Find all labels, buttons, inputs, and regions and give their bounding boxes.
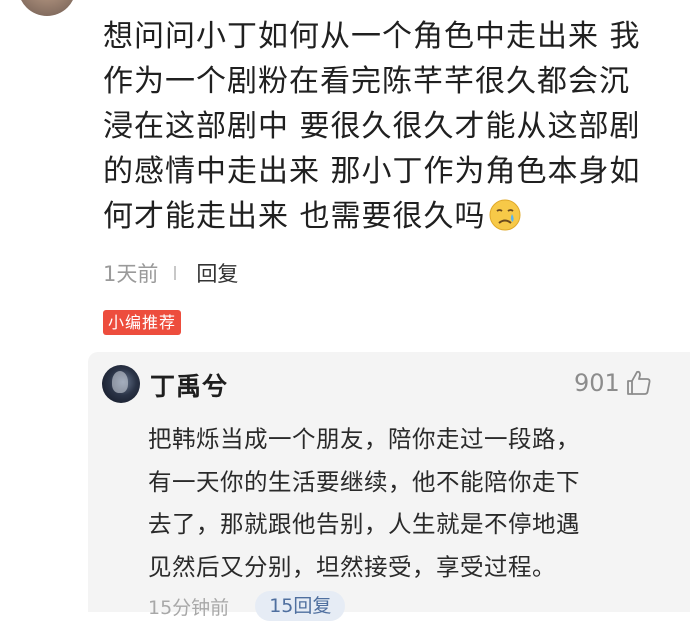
reply-meta: 15分钟前 15回复 xyxy=(148,591,346,621)
comment-line: 的感情中走出来 那小丁作为角色本身如 xyxy=(103,154,641,189)
comment-body: 想问问小丁如何从一个角色中走出来 我 作为一个剧粉在看完陈芊芊很久都会沉 浸在这… xyxy=(103,14,663,239)
comment-line: 浸在这部剧中 要很久很久才能从这部剧 xyxy=(103,109,641,144)
meta-divider xyxy=(174,266,177,280)
crying-face-emoji-icon xyxy=(489,199,521,231)
comment-line: 何才能走出来 也需要很久吗 xyxy=(103,199,486,234)
commenter-avatar[interactable] xyxy=(18,0,76,16)
comment-meta: 1天前 回复 xyxy=(103,259,238,287)
reply-line: 把韩烁当成一个朋友，陪你走过一段路， xyxy=(148,425,580,453)
comment-line: 作为一个剧粉在看完陈芊芊很久都会沉 xyxy=(103,64,630,99)
reply-line: 见然后又分别，坦然接受，享受过程。 xyxy=(148,552,556,581)
comment-line: 想问问小丁如何从一个角色中走出来 我 xyxy=(103,19,641,54)
reply-line: 有一天你的生活要继续，他不能陪你走下 xyxy=(148,467,580,496)
reply-button[interactable]: 回复 xyxy=(196,258,238,288)
editor-pick-badge: 小编推荐 xyxy=(103,310,182,335)
replies-count-button[interactable]: 15回复 xyxy=(255,591,346,621)
comment-time: 1天前 xyxy=(103,262,159,286)
reply-time: 15分钟前 xyxy=(148,596,230,619)
reply-author-avatar[interactable] xyxy=(102,365,140,403)
reply-author-name[interactable]: 丁禹兮 xyxy=(150,367,228,403)
reply-line: 去了，那就跟他告别，人生就是不停地遇 xyxy=(148,510,580,538)
reply-body: 把韩烁当成一个朋友，陪你走过一段路， 有一天你的生活要继续，他不能陪你走下 去了… xyxy=(148,418,668,588)
comment-line-last: 何才能走出来 也需要很久吗 xyxy=(103,194,663,239)
thumbs-up-icon xyxy=(626,370,651,395)
like-button[interactable]: 901 xyxy=(574,366,654,400)
like-count: 901 xyxy=(574,369,620,397)
